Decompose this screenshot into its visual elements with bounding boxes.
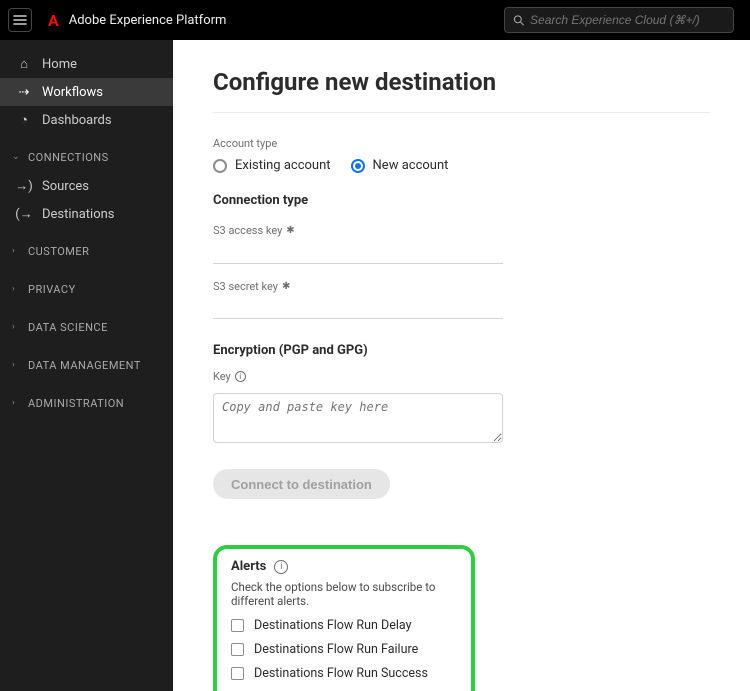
chevron-right-icon: › (12, 398, 22, 408)
alert-label: Destinations Flow Run Delay (254, 618, 412, 633)
sidebar-group-administration[interactable]: › ADMINISTRATION (0, 388, 173, 418)
radio-label: New account (373, 158, 449, 173)
account-type-label: Account type (213, 137, 710, 150)
chevron-right-icon: › (12, 284, 22, 294)
alert-label: Destinations Flow Run Success (254, 666, 428, 681)
sidebar-item-home[interactable]: ⌂ Home (0, 50, 173, 78)
radio-icon (213, 159, 227, 173)
sidebar-group-label: DATA MANAGEMENT (28, 359, 141, 372)
search-icon (513, 14, 524, 26)
page-title: Configure new destination (213, 68, 710, 113)
chevron-down-icon: ⌄ (12, 152, 22, 162)
sidebar-group-privacy[interactable]: › PRIVACY (0, 274, 173, 304)
sidebar: ⌂ Home ⇢ Workflows ◔ Dashboards ⌄ CONNEC… (0, 40, 173, 691)
encryption-heading: Encryption (PGP and GPG) (213, 343, 710, 358)
sidebar-item-label: Sources (42, 179, 89, 194)
sidebar-item-sources[interactable]: →) Sources (0, 172, 173, 200)
sources-icon: →) (16, 178, 32, 194)
connection-type-heading: Connection type (213, 193, 710, 208)
chevron-right-icon: › (12, 322, 22, 332)
radio-label: Existing account (235, 158, 331, 173)
alert-label: Destinations Flow Run Failure (254, 642, 418, 657)
s3-secret-key-label: S3 secret key✱ (213, 280, 710, 293)
required-asterisk-icon: ✱ (282, 281, 290, 292)
sidebar-group-connections[interactable]: ⌄ CONNECTIONS (0, 142, 173, 172)
key-label: Key i (213, 370, 710, 383)
s3-access-key-input[interactable] (213, 242, 503, 264)
workflows-icon: ⇢ (16, 85, 32, 100)
radio-new-account[interactable]: New account (351, 158, 449, 173)
sidebar-item-label: Home (42, 57, 77, 72)
sidebar-item-destinations[interactable]: (→ Destinations (0, 200, 173, 228)
sidebar-group-label: ADMINISTRATION (28, 397, 124, 410)
sidebar-group-label: DATA SCIENCE (28, 321, 108, 334)
main-content: Configure new destination Account type E… (173, 40, 750, 691)
search-input[interactable] (530, 13, 725, 27)
sidebar-group-label: PRIVACY (28, 283, 76, 296)
s3-access-key-label: S3 access key✱ (213, 224, 710, 237)
adobe-logo-icon: A (48, 11, 59, 30)
sidebar-group-data-science[interactable]: › DATA SCIENCE (0, 312, 173, 342)
alerts-subtitle: Check the options below to subscribe to … (231, 580, 457, 608)
hamburger-icon (13, 13, 27, 27)
sidebar-group-label: CONNECTIONS (28, 151, 109, 164)
alerts-title: Alerts (231, 559, 266, 574)
app-name: Adobe Experience Platform (69, 13, 227, 28)
sidebar-group-customer[interactable]: › CUSTOMER (0, 236, 173, 266)
info-icon[interactable]: i (235, 371, 246, 382)
key-textarea[interactable] (213, 393, 503, 443)
sidebar-group-label: CUSTOMER (28, 245, 89, 258)
required-asterisk-icon: ✱ (286, 225, 294, 236)
sidebar-item-dashboards[interactable]: ◔ Dashboards (0, 106, 173, 134)
account-type-radio-group: Existing account New account (213, 158, 710, 173)
sidebar-item-label: Dashboards (42, 113, 112, 128)
sidebar-item-label: Workflows (42, 85, 103, 100)
home-icon: ⌂ (16, 56, 32, 72)
top-bar: A Adobe Experience Platform (0, 0, 750, 40)
alert-checkbox-flow-run-success[interactable]: Destinations Flow Run Success (231, 666, 457, 681)
chevron-right-icon: › (12, 360, 22, 370)
search-container[interactable] (504, 7, 734, 33)
radio-existing-account[interactable]: Existing account (213, 158, 331, 173)
sidebar-item-workflows[interactable]: ⇢ Workflows (0, 78, 173, 106)
hamburger-menu-button[interactable] (8, 8, 32, 32)
radio-icon (351, 159, 365, 173)
checkbox-icon (231, 643, 244, 656)
alert-checkbox-flow-run-failure[interactable]: Destinations Flow Run Failure (231, 642, 457, 657)
s3-secret-key-input[interactable] (213, 297, 503, 319)
chevron-right-icon: › (12, 246, 22, 256)
connect-to-destination-button[interactable]: Connect to destination (213, 469, 390, 499)
alert-checkbox-flow-run-delay[interactable]: Destinations Flow Run Delay (231, 618, 457, 633)
sidebar-item-label: Destinations (42, 207, 115, 222)
alerts-panel: Alerts i Check the options below to subs… (213, 545, 475, 691)
dashboards-icon: ◔ (16, 112, 32, 128)
destinations-icon: (→ (16, 206, 32, 222)
checkbox-icon (231, 667, 244, 680)
sidebar-group-data-management[interactable]: › DATA MANAGEMENT (0, 350, 173, 380)
info-icon[interactable]: i (274, 560, 288, 574)
checkbox-icon (231, 619, 244, 632)
